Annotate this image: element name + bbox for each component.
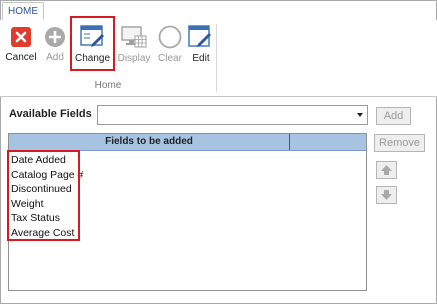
display-button[interactable]: Display	[116, 22, 152, 64]
add-circle-icon	[44, 26, 66, 48]
remove-field-button[interactable]: Remove	[374, 134, 425, 152]
clear-circle-icon	[158, 25, 182, 49]
cancel-button[interactable]: Cancel	[4, 22, 38, 63]
grid-header-fields[interactable]: Fields to be added	[9, 134, 290, 150]
add-field-button[interactable]: Add	[376, 107, 411, 125]
add-button[interactable]: Add	[41, 22, 69, 63]
edit-button[interactable]: Edit	[187, 22, 215, 64]
tab-home[interactable]: HOME	[2, 2, 44, 20]
ribbon: Cancel Add Change Display Clear Edit Hom…	[0, 20, 437, 97]
dropdown-arrow-icon	[357, 113, 363, 117]
display-label: Display	[117, 53, 151, 64]
arrow-down-icon	[381, 190, 392, 200]
move-up-button[interactable]	[376, 161, 397, 179]
ribbon-group-separator	[216, 24, 217, 92]
ribbon-group-label: Home	[94, 80, 122, 91]
cancel-label: Cancel	[5, 52, 37, 63]
edit-form-icon	[188, 25, 214, 49]
change-highlight-box	[70, 16, 115, 71]
move-down-button[interactable]	[376, 186, 397, 204]
arrow-up-icon	[381, 165, 392, 175]
edit-label: Edit	[192, 53, 210, 64]
cancel-icon	[10, 26, 32, 48]
available-fields-label: Available Fields	[9, 108, 92, 120]
available-fields-dropdown[interactable]	[97, 105, 368, 125]
clear-button[interactable]: Clear	[155, 22, 185, 64]
add-label: Add	[46, 52, 64, 63]
grid-header: Fields to be added	[9, 134, 366, 151]
display-monitor-icon	[121, 25, 147, 49]
clear-label: Clear	[158, 53, 182, 64]
rows-highlight-box	[7, 150, 80, 241]
ribbon-tab-strip: HOME	[0, 0, 437, 21]
